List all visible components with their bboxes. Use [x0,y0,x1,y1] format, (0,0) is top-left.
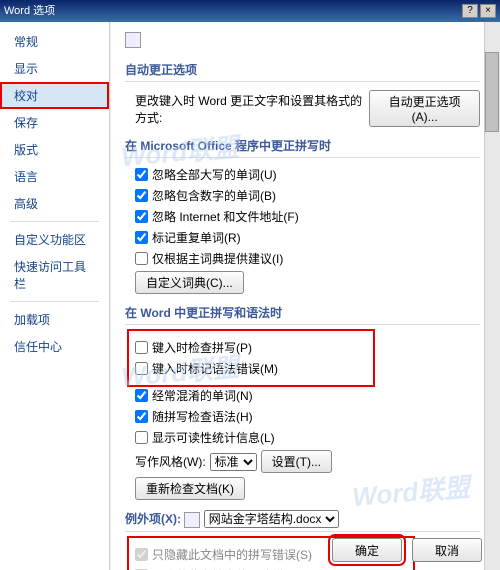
cb-confused-words-label: 经常混淆的单词(N) [152,387,253,404]
content-pane: Word联盟 Word联盟 Word联盟 自动更正选项 更改键入时 Word 更… [110,22,500,570]
window-title: Word 选项 [4,0,55,22]
cb-grammar-with-spelling[interactable] [135,410,148,423]
cb-check-spelling-typing-label: 键入时检查拼写(P) [152,339,252,356]
close-button[interactable]: × [480,4,496,18]
cb-main-dict-only[interactable] [135,252,148,265]
cb-flag-repeated[interactable] [135,231,148,244]
sidebar-item-general[interactable]: 常规 [0,28,109,55]
sidebar-item-addins[interactable]: 加载项 [0,306,109,333]
scrollbar[interactable] [484,22,500,570]
exceptions-file-select[interactable]: 网站金字塔结构.docx [204,510,339,528]
window-buttons: ? × [462,4,496,18]
cb-hide-spelling-doc[interactable] [135,548,148,561]
recheck-document-button[interactable]: 重新检查文档(K) [135,477,245,500]
cb-ignore-uppercase-label: 忽略全部大写的单词(U) [152,166,277,183]
cb-mark-grammar-typing-label: 键入时标记语法错误(M) [152,360,278,377]
cb-hide-spelling-doc-label: 只隐藏此文档中的拼写错误(S) [152,546,312,563]
sidebar: 常规 显示 校对 保存 版式 语言 高级 自定义功能区 快速访问工具栏 加载项 … [0,22,110,570]
cb-readability-stats[interactable] [135,431,148,444]
document-icon [184,512,200,528]
sidebar-item-trust-center[interactable]: 信任中心 [0,333,109,360]
cb-ignore-internet-label: 忽略 Internet 和文件地址(F) [152,208,299,225]
dialog-footer: 确定 取消 [332,538,482,562]
cb-confused-words[interactable] [135,389,148,402]
cb-ignore-numbers[interactable] [135,189,148,202]
custom-dictionaries-button[interactable]: 自定义词典(C)... [135,271,244,294]
sidebar-item-layout[interactable]: 版式 [0,136,109,163]
help-button[interactable]: ? [462,4,478,18]
cb-mark-grammar-typing[interactable] [135,362,148,375]
cancel-button[interactable]: 取消 [412,538,482,562]
cb-grammar-with-spelling-label: 随拼写检查语法(H) [152,408,253,425]
writing-style-select[interactable]: 标准 [210,453,257,471]
cb-ignore-internet[interactable] [135,210,148,223]
section-exceptions: 例外项(X): 网站金字塔结构.docx [125,510,480,532]
cb-readability-stats-label: 显示可读性统计信息(L) [152,429,275,446]
sidebar-item-proofing[interactable]: 校对 [0,82,109,109]
abc-icon [125,32,141,48]
cb-main-dict-only-label: 仅根据主词典提供建议(I) [152,250,283,267]
sidebar-item-language[interactable]: 语言 [0,163,109,190]
section-office-spelling: 在 Microsoft Office 程序中更正拼写时 [125,137,480,158]
sidebar-item-save[interactable]: 保存 [0,109,109,136]
scrollbar-thumb[interactable] [485,52,499,132]
autocorrect-label: 更改键入时 Word 更正文字和设置其格式的方式: [135,92,365,126]
titlebar: Word 选项 ? × [0,0,500,22]
autocorrect-options-button[interactable]: 自动更正选项(A)... [369,90,480,127]
main-layout: 常规 显示 校对 保存 版式 语言 高级 自定义功能区 快速访问工具栏 加载项 … [0,22,500,570]
settings-button[interactable]: 设置(T)... [261,450,332,473]
sidebar-item-quick-access[interactable]: 快速访问工具栏 [0,253,109,297]
cb-ignore-uppercase[interactable] [135,168,148,181]
sidebar-item-advanced[interactable]: 高级 [0,190,109,217]
writing-style-label: 写作风格(W): [135,453,206,470]
ok-button[interactable]: 确定 [332,538,402,562]
sidebar-item-display[interactable]: 显示 [0,55,109,82]
exceptions-label: 例外项(X): [125,512,181,526]
cb-ignore-numbers-label: 忽略包含数字的单词(B) [152,187,276,204]
section-autocorrect: 自动更正选项 [125,61,480,82]
cb-check-spelling-typing[interactable] [135,341,148,354]
section-word-spelling: 在 Word 中更正拼写和语法时 [125,304,480,325]
sidebar-item-customize-ribbon[interactable]: 自定义功能区 [0,226,109,253]
cb-flag-repeated-label: 标记重复单词(R) [152,229,241,246]
